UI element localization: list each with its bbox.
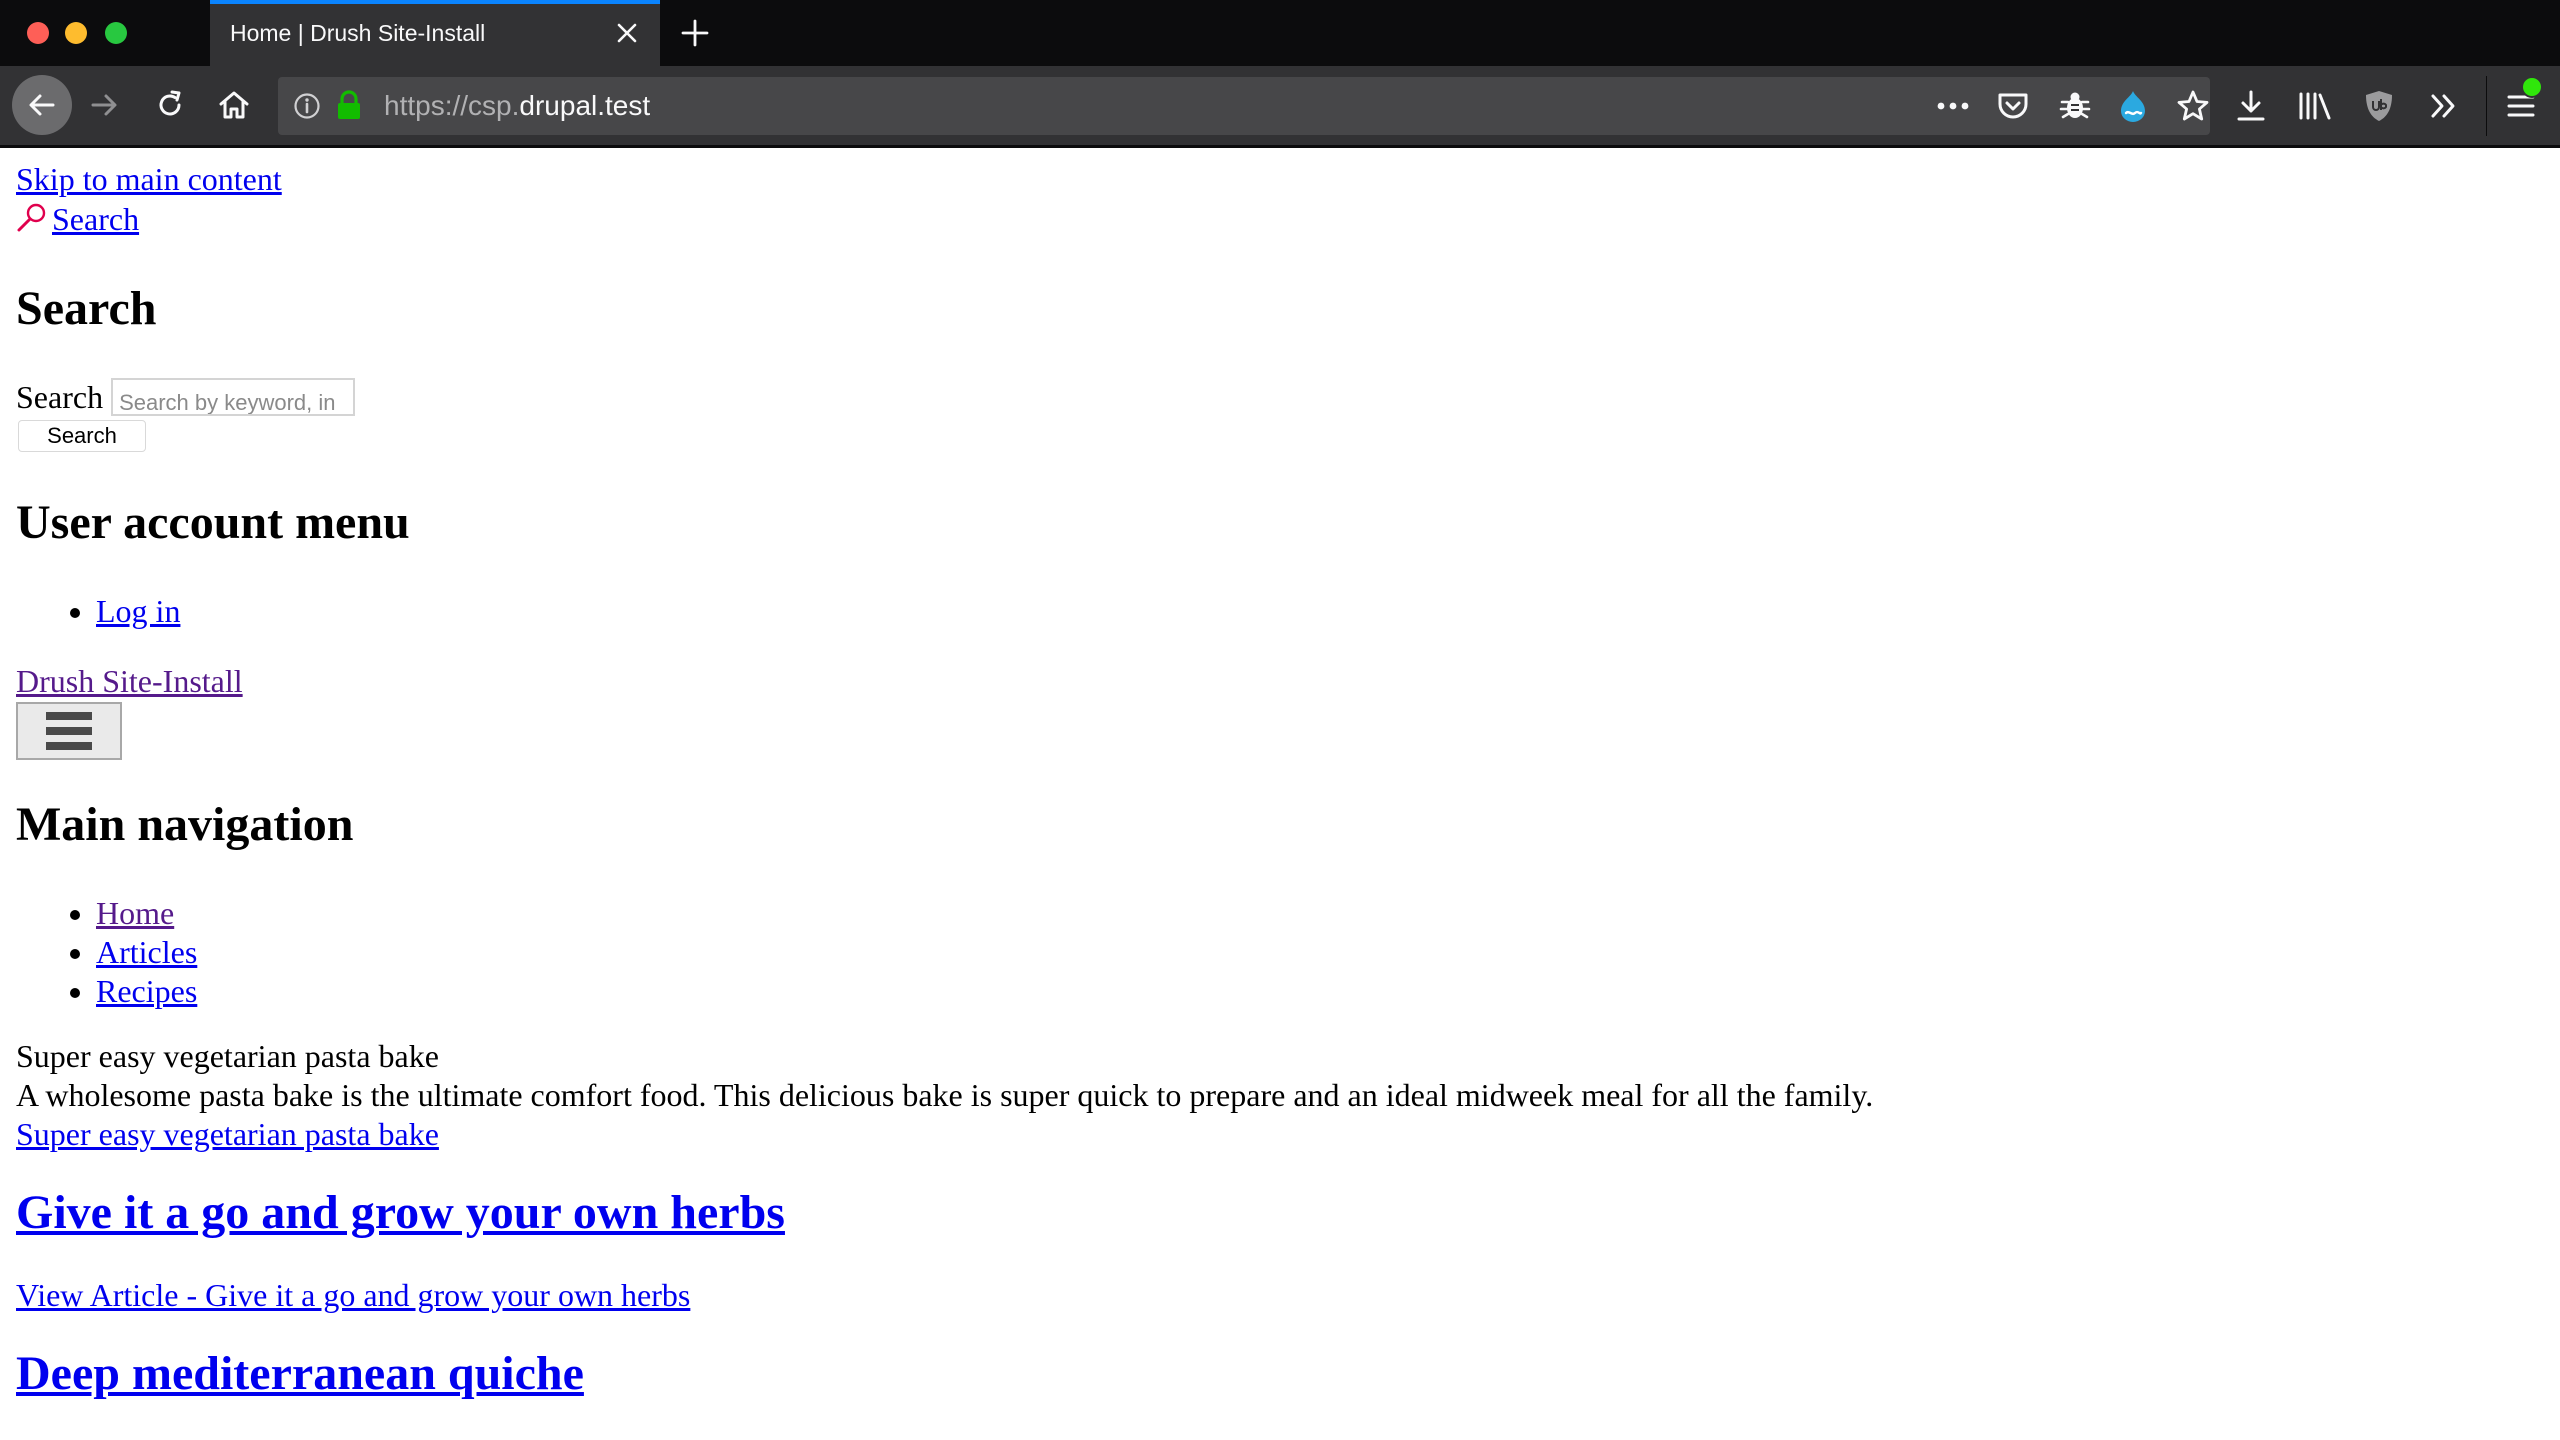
main-navigation-heading: Main navigation [16,798,354,851]
update-available-badge [2521,76,2543,98]
new-tab-plus-icon[interactable] [678,16,712,50]
more-dots-icon[interactable] [1936,89,1970,123]
url-host: drupal.test [519,90,651,121]
main-navigation: Home Articles Recipes [16,894,2536,1011]
page-content: Skip to main content Search Search Searc… [16,160,2536,1401]
forward-arrow-icon[interactable] [76,77,132,133]
search-magnifier-icon [17,203,46,232]
close-icon[interactable] [612,18,642,48]
drupal-icon[interactable] [2116,89,2150,123]
search-submit-button[interactable]: Search [18,420,146,452]
hamburger-bar [46,712,92,720]
library-icon[interactable] [2296,87,2334,125]
nav-recipes-link[interactable]: Recipes [96,973,197,1009]
search-toggle-link[interactable]: Search [16,200,2536,240]
teaser-summary: A wholesome pasta bake is the ultimate c… [16,1077,1874,1113]
url-scheme: https://csp. [384,90,520,121]
pocket-icon[interactable] [1996,89,2030,123]
info-icon[interactable] [292,91,322,121]
search-toggle-label: Search [52,201,140,237]
navigation-toolbar: https://csp.drupal.test [0,66,2560,148]
featured-teaser: Super easy vegetarian pasta bake A whole… [16,1037,2536,1154]
home-icon[interactable] [206,77,262,133]
address-bar[interactable]: https://csp.drupal.test [278,77,2210,135]
list-item: Recipes [96,972,2536,1011]
overflow-chevron-icon[interactable] [2424,87,2462,125]
teaser-title: Super easy vegetarian pasta bake [16,1038,439,1074]
search-form: Search Search by keyword, in Search [16,378,2536,452]
bug-icon[interactable] [2058,89,2092,123]
tab-title: Home | Drush Site-Install [230,20,486,46]
hamburger-bar [46,727,92,735]
article-title-link[interactable]: Give it a go and grow your own herbs [16,1186,785,1239]
user-account-menu-heading: User account menu [16,496,410,549]
url-text: https://csp.drupal.test [384,90,650,122]
nav-home-link[interactable]: Home [96,895,174,931]
window-close-button[interactable] [27,22,49,44]
search-input[interactable]: Search by keyword, in [111,378,356,416]
back-arrow-icon[interactable] [12,75,72,135]
bookmark-star-icon[interactable] [2176,89,2210,123]
search-heading: Search [16,282,157,335]
download-icon[interactable] [2232,87,2270,125]
main-menu-toggle-button[interactable] [16,702,122,760]
skip-to-main-content-link[interactable]: Skip to main content [16,160,2536,200]
list-item: Home [96,894,2536,933]
active-tab[interactable]: Home | Drush Site-Install [210,0,660,66]
article-heading: Give it a go and grow your own herbs [16,1186,2536,1240]
ublock-icon[interactable] [2360,87,2398,125]
next-article-title-link[interactable]: Deep mediterranean quiche [16,1347,584,1400]
search-label: Search [16,379,104,415]
log-in-link[interactable]: Log in [96,593,180,629]
nav-articles-link[interactable]: Articles [96,934,197,970]
window-zoom-button[interactable] [105,22,127,44]
lock-icon[interactable] [334,89,364,121]
toolbar-separator [2486,76,2487,136]
next-article-heading: Deep mediterranean quiche [16,1347,2536,1401]
tab-strip: Home | Drush Site-Install [0,0,2560,66]
reload-icon[interactable] [142,77,198,133]
list-item: Articles [96,933,2536,972]
window-minimize-button[interactable] [65,22,87,44]
user-account-menu: Log in [16,592,2536,630]
teaser-link[interactable]: Super easy vegetarian pasta bake [16,1115,2536,1154]
list-item: Log in [96,592,2536,630]
site-name-link[interactable]: Drush Site-Install [16,662,2536,700]
view-article-link[interactable]: View Article - Give it a go and grow you… [16,1276,2536,1315]
hamburger-bar [46,742,92,750]
